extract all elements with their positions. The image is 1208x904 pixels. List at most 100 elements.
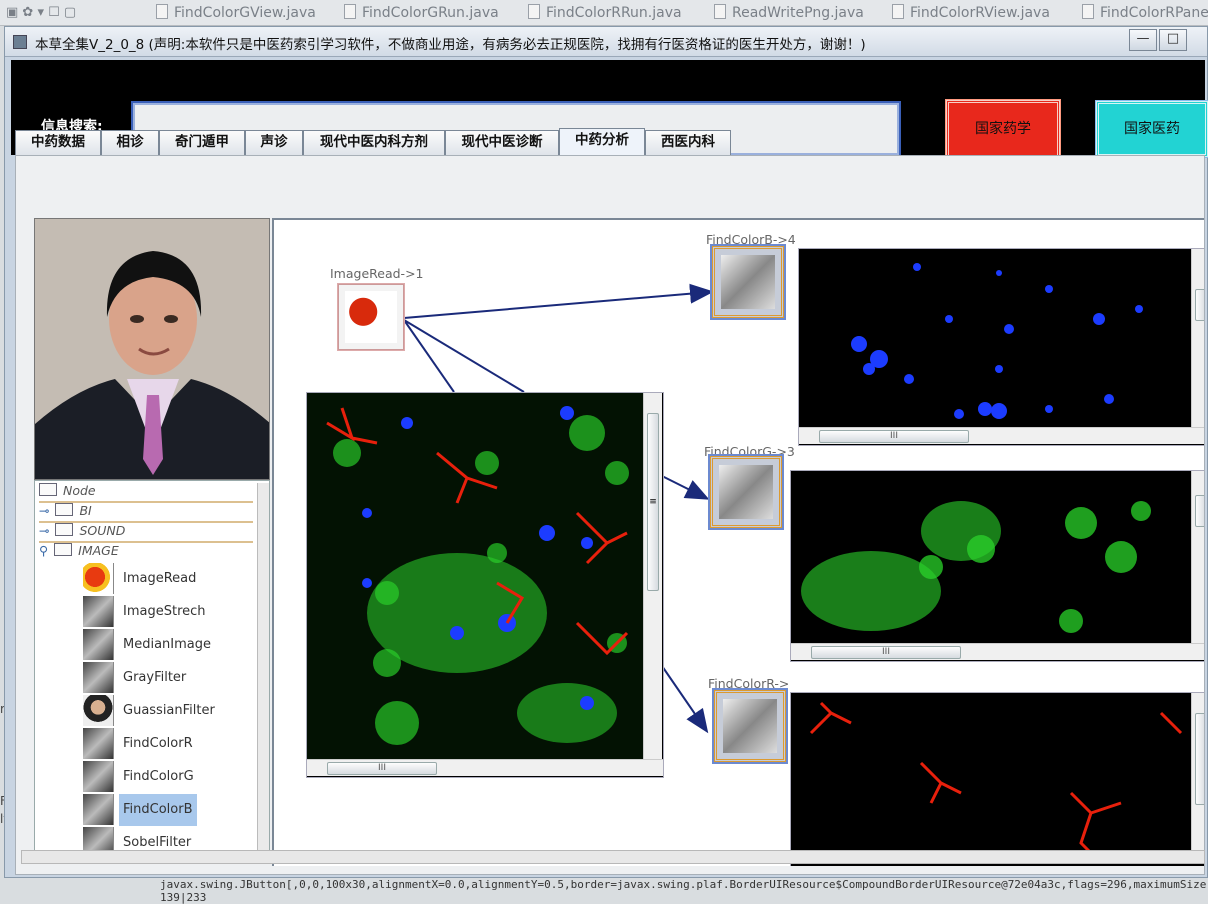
flower-icon	[83, 563, 114, 594]
ide-tab-3[interactable]: FindColorRRun.java	[528, 4, 682, 21]
composite-vertical-scrollbar[interactable]: ≡	[643, 393, 662, 759]
folder-icon	[39, 483, 57, 496]
tab-modern-tcm-diagnosis[interactable]: 现代中医诊断	[445, 130, 559, 155]
java-file-icon	[344, 4, 356, 19]
red-vscroll-thumb[interactable]	[1195, 713, 1204, 805]
green-channel-viewer[interactable]: III	[790, 470, 1204, 662]
graph-canvas[interactable]: ImageRead->1 FindColorB->4 FindColorG->3…	[272, 218, 1204, 866]
horse-icon	[723, 699, 777, 753]
green-horizontal-scrollbar[interactable]: III	[791, 643, 1204, 660]
node-label-findcolorr: FindColorR->	[708, 676, 790, 691]
edge-to-viewer	[403, 319, 455, 393]
blue-channel-image	[799, 249, 1191, 427]
tree-root[interactable]: Node	[39, 481, 253, 503]
person-portrait-icon	[35, 219, 269, 479]
flower-icon	[345, 291, 397, 343]
composite-image-viewer[interactable]: ≡ III	[306, 392, 664, 778]
tab-herb-analysis[interactable]: 中药分析	[559, 128, 645, 156]
green-channel-image	[791, 471, 1191, 643]
composite-image	[307, 393, 643, 759]
horse-icon	[83, 761, 114, 792]
blue-horizontal-scrollbar[interactable]: III	[799, 427, 1204, 444]
blue-vertical-scrollbar[interactable]	[1191, 249, 1204, 427]
maximize-button[interactable]: □	[1159, 29, 1187, 51]
app-window: 本草全集V_2_0_8 (声明:本软件只是中医药索引学习软件，不做商业用途，有病…	[4, 26, 1208, 878]
composite-horizontal-scrollbar[interactable]: III	[307, 759, 663, 776]
java-file-icon	[714, 4, 726, 19]
edge-to-red	[661, 665, 709, 734]
title-bar[interactable]: 本草全集V_2_0_8 (声明:本软件只是中医药索引学习软件，不做商业用途，有病…	[5, 27, 1207, 57]
composite-vscroll-thumb[interactable]: ≡	[647, 413, 659, 591]
tab-face-diagnosis[interactable]: 相诊	[101, 130, 159, 155]
tree-item-imageread[interactable]: ImageRead	[83, 563, 253, 595]
app-icon	[13, 35, 27, 49]
node-findcolorg[interactable]	[708, 454, 784, 530]
console-output: javax.swing.JButton[,0,0,100x30,alignmen…	[160, 878, 1207, 904]
tree-item-findcolorg[interactable]: FindColorG	[83, 761, 253, 793]
horse-icon	[83, 728, 114, 759]
key-expander-open-icon[interactable]: ⚲	[39, 543, 48, 558]
tree-item-imagestrech[interactable]: ImageStrech	[83, 596, 253, 628]
folder-icon	[55, 523, 74, 536]
tab-voice-diagnosis[interactable]: 声诊	[245, 130, 303, 155]
tab-qimen-dunjia[interactable]: 奇门遁甲	[159, 130, 245, 155]
analysis-content: Node ⊸ BI ⊸ SOUND ⚲ IMAGE ImageRead ImageSt…	[15, 155, 1205, 875]
key-expander-icon[interactable]: ⊸	[39, 523, 49, 538]
horse-icon	[83, 629, 114, 660]
tree-folder-image[interactable]: ⚲ IMAGE	[39, 541, 253, 561]
tab-herb-data[interactable]: 中药数据	[15, 130, 101, 155]
tree-item-guassianfilter[interactable]: GuassianFilter	[83, 695, 253, 727]
edge-to-green	[661, 475, 710, 500]
red-channel-viewer[interactable]	[790, 692, 1204, 866]
ide-tab-4[interactable]: ReadWritePng.java	[714, 4, 864, 21]
ide-tab-6[interactable]: FindColorRPane	[1082, 4, 1208, 21]
node-label-findcolorb: FindColorB->4	[706, 232, 796, 247]
composite-hscroll-thumb[interactable]: III	[327, 762, 437, 775]
red-channel-image	[791, 693, 1191, 866]
red-vertical-scrollbar[interactable]	[1191, 693, 1204, 861]
green-vscroll-thumb[interactable]	[1195, 495, 1204, 527]
tab-western-internal-medicine[interactable]: 西医内科	[645, 130, 731, 155]
green-vertical-scrollbar[interactable]	[1191, 471, 1204, 643]
tree-folder-bi[interactable]: ⊸ BI	[39, 501, 253, 523]
main-tabs: 中药数据 相诊 奇门遁甲 声诊 现代中医内科方剂 现代中医诊断 中药分析 西医内…	[11, 128, 1205, 156]
tab-modern-tcm-prescriptions[interactable]: 现代中医内科方剂	[303, 130, 445, 155]
green-hscroll-thumb[interactable]: III	[811, 646, 961, 659]
ide-toolbar-icons[interactable]: ▣ ✿ ▾ ☐ ▢	[6, 5, 76, 20]
edge-to-viewer-2	[403, 319, 525, 393]
node-imageread[interactable]	[337, 283, 405, 351]
ide-tab-1[interactable]: FindColorGView.java	[156, 4, 316, 21]
ide-tab-5[interactable]: FindColorRView.java	[892, 4, 1050, 21]
folder-icon	[55, 503, 74, 516]
node-findcolorr[interactable]	[712, 688, 788, 764]
tree-folder-sound[interactable]: ⊸ SOUND	[39, 521, 253, 543]
edge-to-blue	[403, 283, 714, 319]
blue-hscroll-thumb[interactable]: III	[819, 430, 969, 443]
blue-channel-viewer[interactable]: III	[798, 248, 1204, 446]
folder-icon	[54, 543, 73, 556]
blue-vscroll-thumb[interactable]	[1195, 289, 1204, 321]
horse-icon	[719, 465, 773, 519]
tree-item-grayfilter[interactable]: GrayFilter	[83, 662, 253, 694]
java-file-icon	[892, 4, 904, 19]
tree-scrollbar[interactable]	[257, 483, 269, 855]
node-tree: Node ⊸ BI ⊸ SOUND ⚲ IMAGE ImageRead ImageSt…	[34, 480, 270, 856]
node-label-imageread: ImageRead->1	[330, 266, 424, 281]
horse-icon	[83, 794, 114, 825]
face-icon	[83, 695, 114, 726]
ide-editor-tabs: ▣ ✿ ▾ ☐ ▢ FindColorGView.java FindColorG…	[0, 0, 1208, 26]
horse-icon	[721, 255, 775, 309]
ide-tab-2[interactable]: FindColorGRun.java	[344, 4, 499, 21]
horse-icon	[83, 662, 114, 693]
tree-item-findcolorr[interactable]: FindColorR	[83, 728, 253, 760]
tree-item-findcolorb[interactable]: FindColorB	[83, 794, 253, 826]
window-title: 本草全集V_2_0_8 (声明:本软件只是中医药索引学习软件，不做商业用途，有病…	[35, 37, 866, 53]
window-horizontal-scrollbar[interactable]	[21, 850, 1205, 864]
minimize-button[interactable]: —	[1129, 29, 1157, 51]
user-photo	[34, 218, 270, 480]
java-file-icon	[1082, 4, 1094, 19]
tree-item-medianimage[interactable]: MedianImage	[83, 629, 253, 661]
node-findcolorb[interactable]	[710, 244, 786, 320]
java-file-icon	[528, 4, 540, 19]
key-expander-icon[interactable]: ⊸	[39, 503, 49, 518]
